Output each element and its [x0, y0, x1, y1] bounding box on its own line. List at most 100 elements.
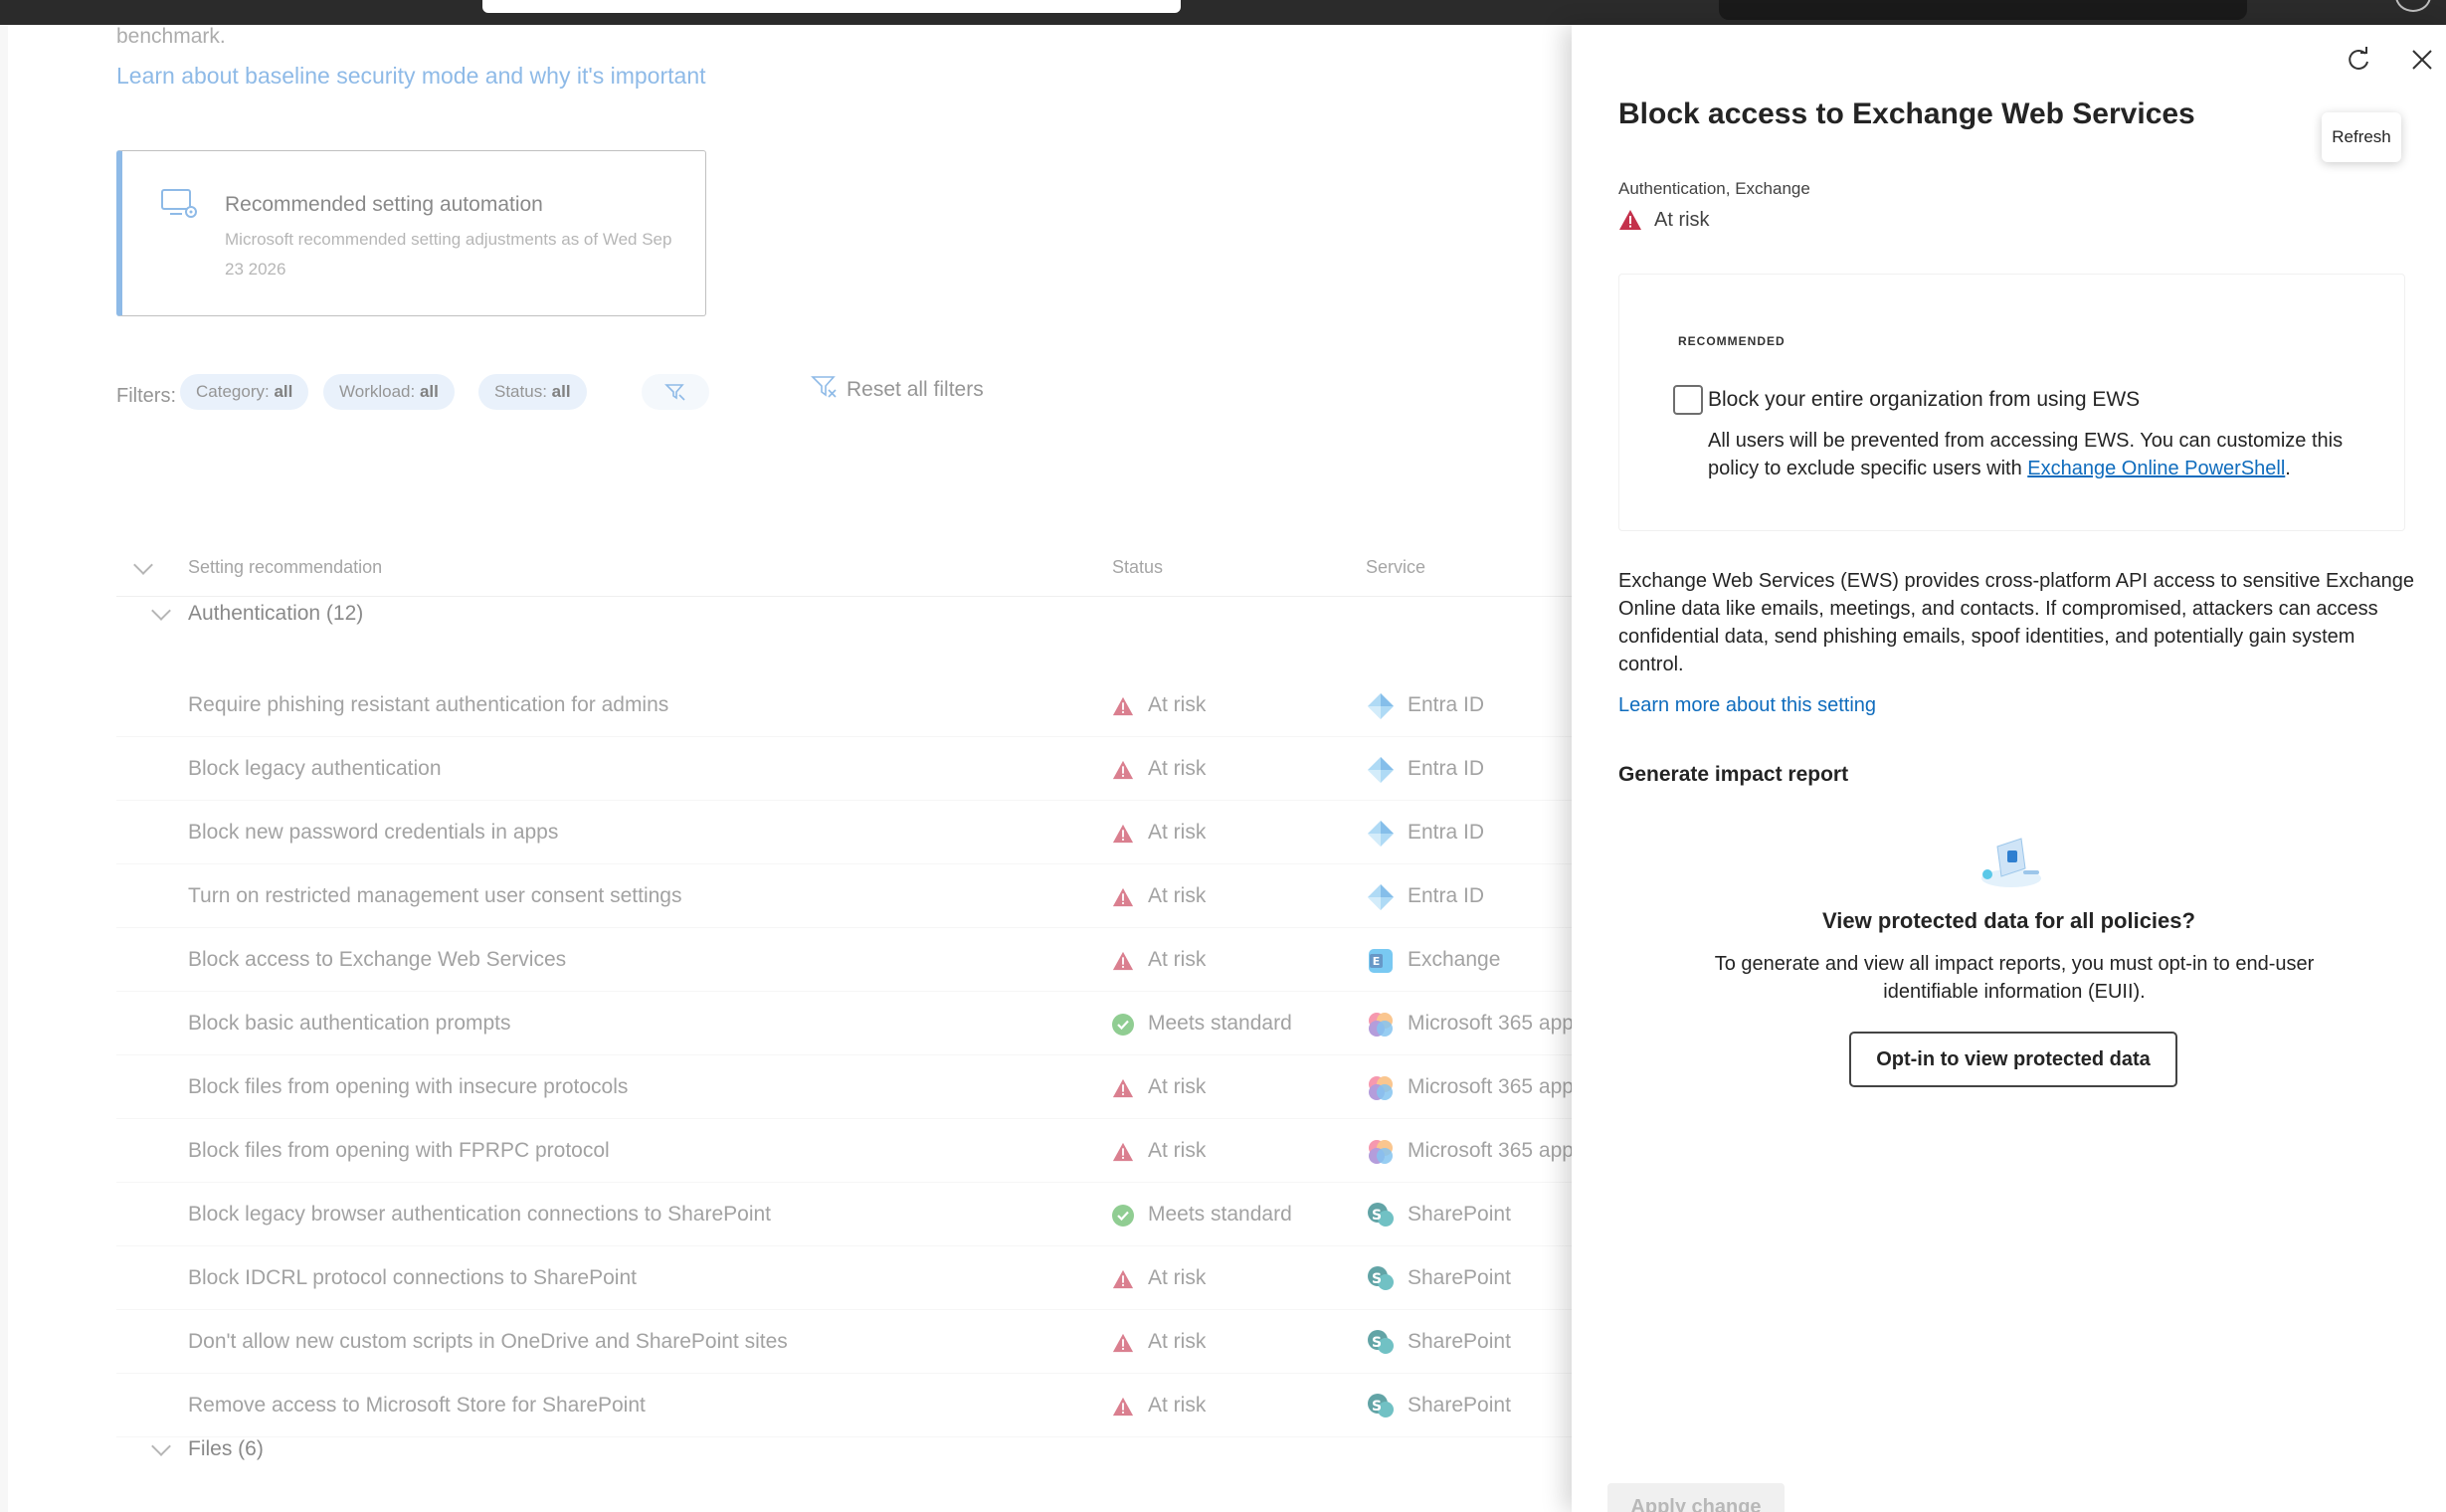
view-protected-title: View protected data for all policies? — [1822, 908, 2195, 933]
setting-status-text: At risk — [1148, 1266, 1207, 1289]
setting-service-text: Microsoft 365 apps — [1408, 1012, 1585, 1035]
group-files[interactable]: Files (6) — [116, 1433, 1580, 1473]
table-row[interactable]: Block access to Exchange Web Services At … — [116, 928, 1580, 992]
table-row[interactable]: Require phishing resistant authenticatio… — [116, 673, 1580, 737]
table-row[interactable]: Block legacy authentication At risk Entra … — [116, 737, 1580, 801]
opt-in-button[interactable]: Opt-in to view protected data — [1849, 1032, 2177, 1087]
apply-change-button[interactable]: Apply change — [1607, 1483, 1785, 1512]
protected-data-illustration-icon — [1981, 838, 2041, 887]
collapse-all-chevron-icon[interactable] — [133, 555, 153, 575]
setting-name[interactable]: Block access to Exchange Web Services — [188, 948, 566, 972]
table-row[interactable]: Block basic authentication prompts Meets … — [116, 992, 1584, 1055]
setting-service-text: Entra ID — [1408, 884, 1485, 907]
column-status[interactable]: Status — [1112, 557, 1163, 578]
warning-icon — [1112, 887, 1134, 907]
column-service[interactable]: Service — [1366, 557, 1425, 578]
warning-icon — [1112, 760, 1134, 780]
entra-id-icon — [1368, 884, 1394, 910]
setting-status-text: At risk — [1148, 821, 1207, 844]
setting-name[interactable]: Block legacy authentication — [188, 757, 442, 781]
warning-icon — [1112, 1078, 1134, 1098]
exchange-powershell-link[interactable]: Exchange Online PowerShell — [2027, 458, 2285, 479]
group-label: Files (6) — [188, 1437, 264, 1460]
filter-value: all — [274, 382, 293, 401]
table-row[interactable]: Block files from opening with FPRPC prot… — [116, 1119, 1584, 1183]
setting-status-text: Meets standard — [1148, 1203, 1292, 1226]
setting-name[interactable]: Block legacy browser authentication conn… — [188, 1203, 771, 1227]
panel-title: Block access to Exchange Web Services — [1618, 97, 2195, 130]
filter-value: all — [419, 382, 439, 401]
setting-service-text: SharePoint — [1408, 1266, 1511, 1289]
entra-id-icon — [1368, 821, 1394, 847]
setting-name[interactable]: Block IDCRL protocol connections to Shar… — [188, 1266, 637, 1290]
setting-service-text: Microsoft 365 apps — [1408, 1075, 1585, 1098]
notification-banner — [1719, 0, 2247, 20]
setting-service-text: Exchange — [1408, 948, 1501, 971]
close-icon[interactable] — [2409, 47, 2435, 73]
setting-name[interactable]: Require phishing resistant authenticatio… — [188, 693, 668, 717]
setting-status-text: At risk — [1148, 1394, 1207, 1417]
warning-icon — [1619, 210, 1641, 230]
add-filter-button[interactable] — [642, 374, 709, 410]
table-row[interactable]: Block IDCRL protocol connections to Shar… — [116, 1246, 1580, 1310]
setting-status-text: At risk — [1148, 884, 1207, 907]
group-label: Authentication (12) — [188, 602, 364, 625]
filter-key: Workload: — [339, 382, 416, 401]
warning-icon — [1112, 1142, 1134, 1162]
svg-text:S: S — [1372, 1399, 1382, 1415]
learn-more-link[interactable]: Learn more about this setting — [1618, 694, 1876, 717]
filter-pill-status[interactable]: Status: all — [478, 374, 587, 410]
block-ews-checkbox[interactable] — [1673, 385, 1703, 415]
setting-name[interactable]: Block files from opening with insecure p… — [188, 1075, 628, 1099]
sharepoint-icon: S — [1368, 1266, 1394, 1290]
panel-category: Authentication, Exchange — [1618, 179, 1810, 198]
setting-service-text: SharePoint — [1408, 1394, 1511, 1417]
filter-key: Status: — [494, 382, 547, 401]
sharepoint-icon: S — [1368, 1394, 1394, 1418]
warning-icon — [1112, 1269, 1134, 1289]
setting-status-text: At risk — [1148, 693, 1207, 716]
table-row[interactable]: Turn on restricted management user conse… — [116, 864, 1580, 928]
block-ews-description: All users will be prevented from accessi… — [1708, 427, 2384, 482]
table-row[interactable]: Block legacy browser authentication conn… — [116, 1183, 1580, 1246]
exchange-icon: E — [1369, 949, 1393, 973]
automation-card-subtitle: Microsoft recommended setting adjustment… — [225, 230, 672, 279]
setting-service-text: Microsoft 365 apps — [1408, 1139, 1585, 1162]
setting-name[interactable]: Block basic authentication prompts — [188, 1012, 511, 1036]
table-row[interactable]: Remove access to Microsoft Store for Sha… — [116, 1374, 1580, 1437]
block-ews-description-end: . — [2285, 458, 2291, 479]
setting-name[interactable]: Don't allow new custom scripts in OneDri… — [188, 1330, 788, 1354]
filter-pill-category[interactable]: Category: all — [180, 374, 309, 410]
microsoft-365-icon — [1369, 1140, 1393, 1164]
reset-filters-label: Reset all filters — [847, 378, 984, 401]
avatar[interactable] — [2395, 0, 2431, 12]
table-row[interactable]: Don't allow new custom scripts in OneDri… — [116, 1310, 1580, 1374]
recommended-box: RECOMMENDED Block your entire organizati… — [1618, 274, 2405, 531]
table-header: Setting recommendation Status Service — [116, 542, 1580, 597]
setting-status-text: At risk — [1148, 757, 1207, 780]
entra-id-icon — [1368, 693, 1394, 719]
warning-icon — [1112, 1333, 1134, 1353]
setting-name[interactable]: Remove access to Microsoft Store for Sha… — [188, 1394, 646, 1418]
warning-icon — [1112, 1397, 1134, 1417]
table-row[interactable]: Block new password credentials in apps At… — [116, 801, 1580, 864]
global-search-box[interactable] — [482, 0, 1181, 13]
column-setting[interactable]: Setting recommendation — [188, 557, 382, 578]
group-authentication[interactable]: Authentication (12) — [116, 598, 1580, 638]
block-ews-checkbox-label[interactable]: Block your entire organization from usin… — [1708, 388, 2140, 412]
setting-name[interactable]: Block files from opening with FPRPC prot… — [188, 1139, 610, 1163]
setting-name[interactable]: Turn on restricted management user conse… — [188, 884, 681, 908]
setting-service-text: Entra ID — [1408, 821, 1485, 844]
microsoft-365-icon — [1369, 1076, 1393, 1100]
chevron-down-icon — [151, 601, 171, 621]
setting-service-text: Entra ID — [1408, 693, 1485, 716]
automation-card[interactable]: Recommended setting automation Microsoft… — [116, 150, 706, 316]
svg-text:S: S — [1372, 1271, 1382, 1287]
setting-status-text: At risk — [1148, 948, 1207, 971]
refresh-icon[interactable] — [2344, 45, 2373, 75]
table-row[interactable]: Block files from opening with insecure p… — [116, 1055, 1584, 1119]
filter-pill-workload[interactable]: Workload: all — [323, 374, 455, 410]
setting-name[interactable]: Block new password credentials in apps — [188, 821, 558, 845]
learn-baseline-link[interactable]: Learn about baseline security mode and w… — [116, 63, 706, 90]
impact-report-heading: Generate impact report — [1618, 763, 1849, 786]
